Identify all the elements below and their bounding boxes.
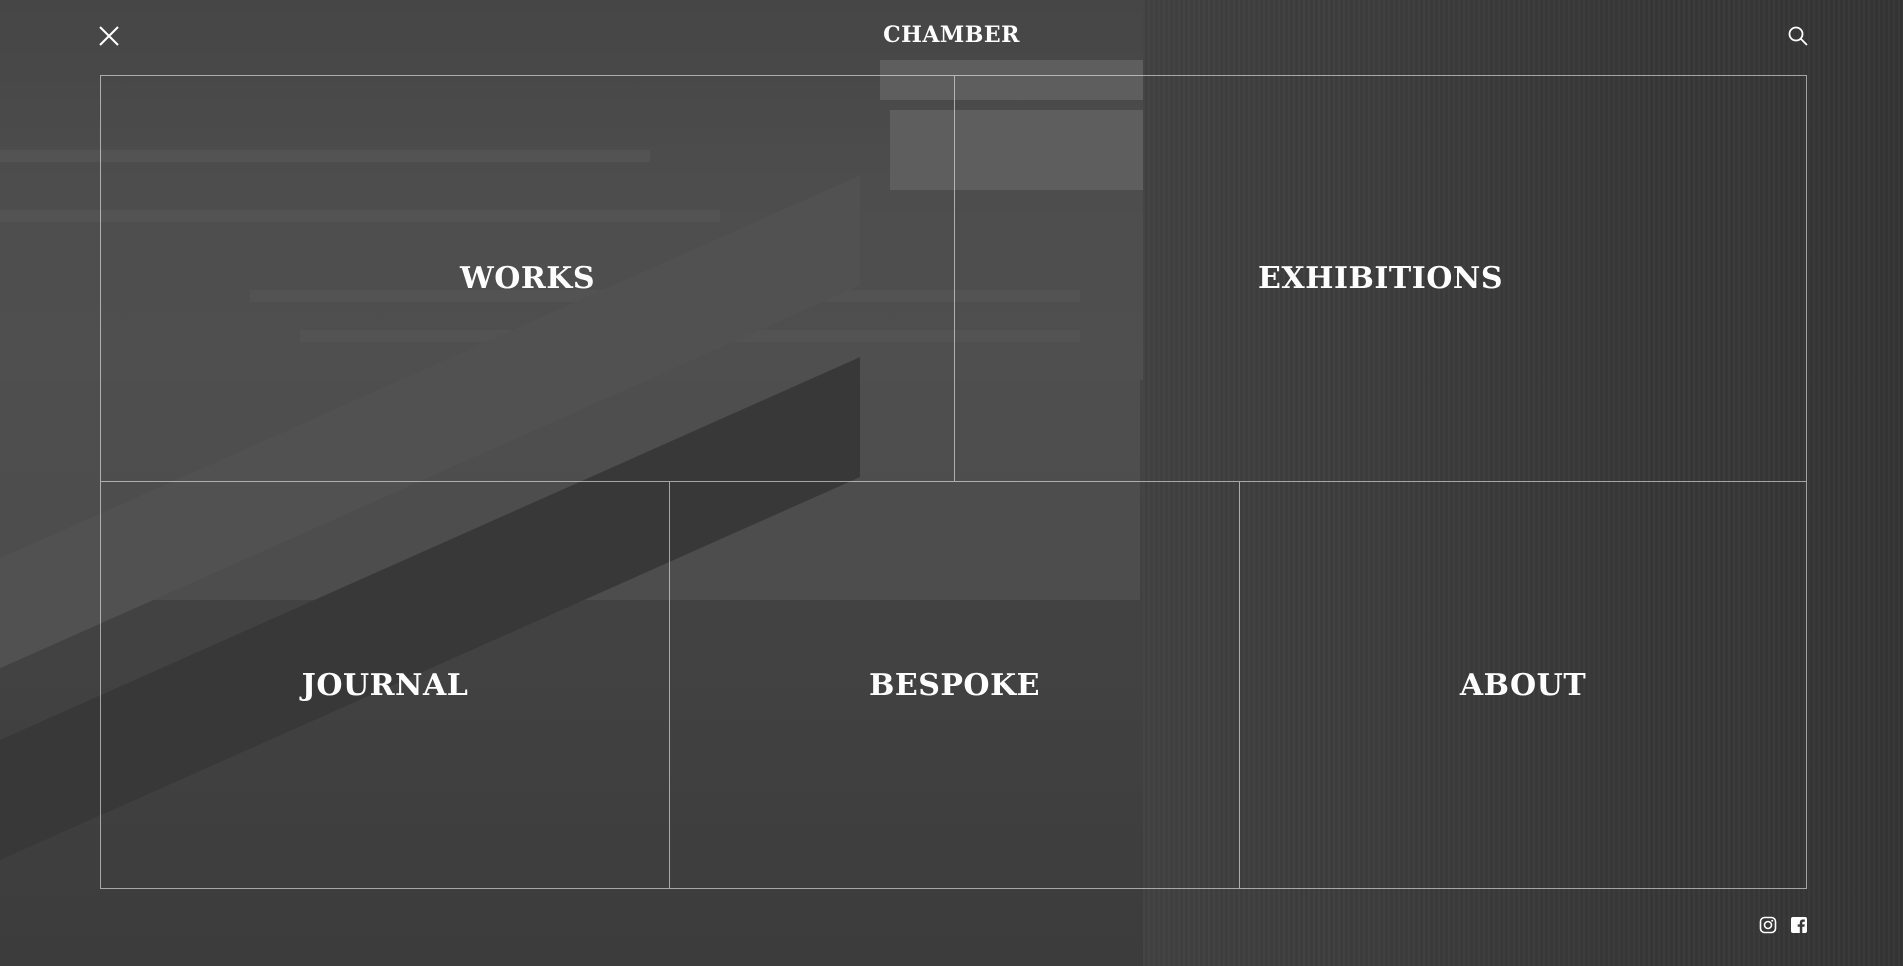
menu-item-label: BESPOKE	[868, 667, 1041, 703]
facebook-icon	[1791, 917, 1807, 933]
menu-item-label: WORKS	[460, 261, 595, 296]
header: CHAMBER	[0, 0, 1903, 72]
brand-logo-link[interactable]: CHAMBER	[883, 22, 1020, 48]
menu-item-exhibitions[interactable]: EXHIBITIONS	[955, 76, 1806, 482]
brand-logo: CHAMBER	[0, 22, 1903, 48]
menu-item-about[interactable]: ABOUT	[1240, 482, 1806, 888]
menu-item-bespoke[interactable]: BESPOKE	[670, 482, 1240, 888]
menu-item-label: ABOUT	[1459, 667, 1587, 703]
instagram-icon	[1759, 916, 1777, 934]
search-icon	[1788, 26, 1808, 46]
menu-item-works[interactable]: WORKS	[101, 76, 955, 482]
menu-item-label: JOURNAL	[301, 667, 469, 703]
instagram-link[interactable]	[1759, 916, 1777, 934]
menu-grid: WORKS EXHIBITIONS JOURNAL BESPOKE ABOUT	[100, 75, 1807, 889]
menu-item-label: EXHIBITIONS	[1258, 261, 1503, 296]
search-button[interactable]	[1787, 25, 1809, 47]
menu-item-journal[interactable]: JOURNAL	[101, 482, 670, 888]
facebook-link[interactable]	[1790, 916, 1808, 934]
